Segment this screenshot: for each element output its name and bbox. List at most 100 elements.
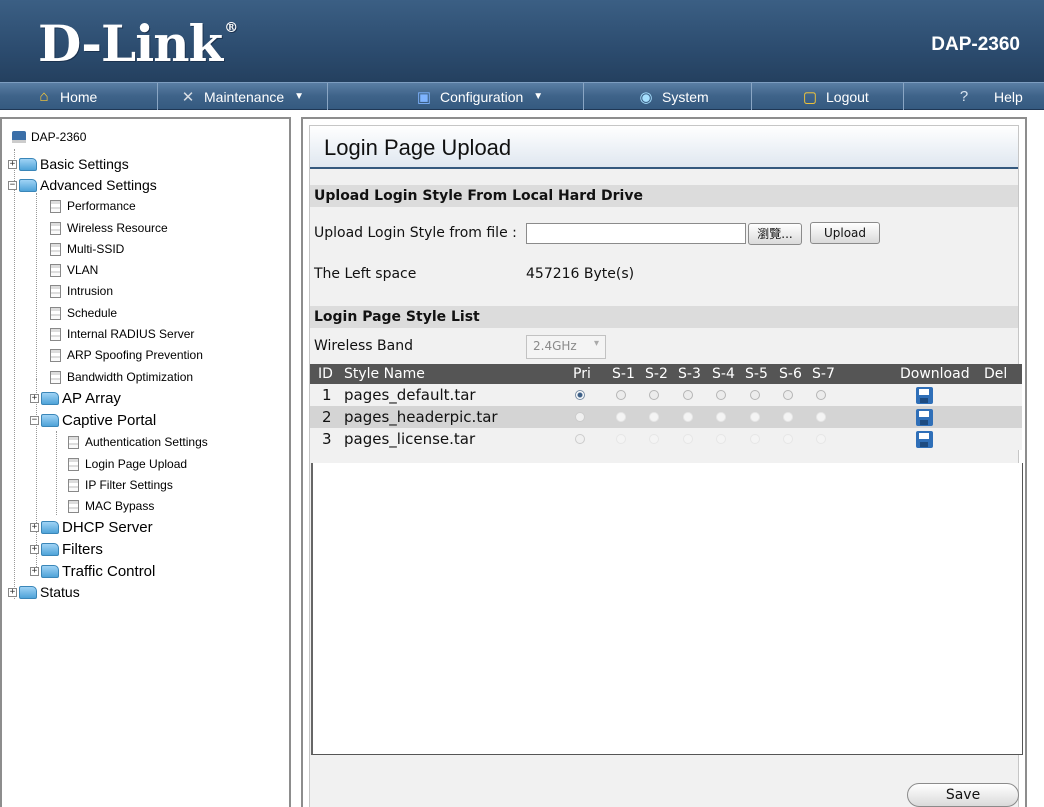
page-icon <box>50 242 61 256</box>
s1-radio[interactable] <box>616 428 626 450</box>
sidebar-item-ip-filter-settings[interactable]: IP Filter Settings <box>68 475 173 495</box>
nav-configuration[interactable]: ▣ Configuration ▼ <box>328 83 584 110</box>
s7-radio[interactable] <box>816 406 826 428</box>
s3-radio[interactable] <box>683 428 693 450</box>
sidebar-item-arp-spoofing[interactable]: ARP Spoofing Prevention <box>50 345 203 365</box>
s4-radio[interactable] <box>716 406 726 428</box>
download-icon[interactable] <box>916 406 933 428</box>
s1-radio[interactable] <box>616 384 626 406</box>
s2-radio[interactable] <box>649 406 659 428</box>
row-style-name: pages_headerpic.tar <box>344 408 498 426</box>
nav-logout[interactable]: ▢ Logout <box>752 83 904 110</box>
sidebar-item-ap-array[interactable]: + AP Array <box>30 388 121 408</box>
left-space-label: The Left space <box>314 266 417 282</box>
pri-radio[interactable] <box>575 384 585 406</box>
expand-icon[interactable]: + <box>8 587 17 597</box>
s1-radio[interactable] <box>616 406 626 428</box>
page-icon <box>68 457 79 471</box>
expand-icon[interactable]: + <box>30 544 39 554</box>
expand-icon[interactable]: + <box>30 522 39 532</box>
nav-maintenance[interactable]: ✕ Maintenance ▼ <box>158 83 328 110</box>
device-model: DAP-2360 <box>931 34 1020 55</box>
nav-home[interactable]: ⌂ Home <box>0 83 158 110</box>
expand-icon[interactable]: + <box>30 566 39 576</box>
sidebar-item-traffic-control[interactable]: + Traffic Control <box>30 561 155 581</box>
sidebar-item-schedule[interactable]: Schedule <box>50 303 117 323</box>
nav-help[interactable]: ? Help <box>904 83 1044 110</box>
home-icon: ⌂ <box>39 88 49 105</box>
wireless-band-label: Wireless Band <box>314 338 413 354</box>
sidebar-item-filters[interactable]: + Filters <box>30 539 103 559</box>
expand-icon[interactable]: + <box>30 393 39 403</box>
s4-radio[interactable] <box>716 428 726 450</box>
browse-button[interactable]: 瀏覽... <box>748 223 802 245</box>
network-device-icon <box>12 131 26 143</box>
nav-system[interactable]: ◉ System <box>584 83 752 110</box>
page-icon <box>68 499 79 513</box>
upload-file-label: Upload Login Style from file : <box>314 225 517 241</box>
expand-icon[interactable]: + <box>8 159 17 169</box>
page-icon <box>50 306 61 320</box>
folder-open-icon <box>19 178 37 192</box>
s5-radio[interactable] <box>750 406 760 428</box>
sidebar-item-authentication-settings[interactable]: Authentication Settings <box>68 432 208 452</box>
pri-radio[interactable] <box>575 406 585 428</box>
row-style-name: pages_license.tar <box>344 430 476 448</box>
col-style-name: Style Name <box>344 366 425 382</box>
section-style-list-header: Login Page Style List <box>310 306 1018 328</box>
folder-icon <box>41 564 59 578</box>
wireless-band-select[interactable]: 2.4GHz ▾ <box>526 335 606 359</box>
sidebar-item-internal-radius[interactable]: Internal RADIUS Server <box>50 324 194 344</box>
s6-radio[interactable] <box>783 406 793 428</box>
download-icon[interactable] <box>916 384 933 406</box>
folder-icon <box>41 391 59 405</box>
col-s1: S-1 <box>612 366 635 382</box>
col-pri: Pri <box>573 366 591 382</box>
sidebar-item-vlan[interactable]: VLAN <box>50 260 98 280</box>
s5-radio[interactable] <box>750 384 760 406</box>
s5-radio[interactable] <box>750 428 760 450</box>
pri-radio[interactable] <box>575 428 585 450</box>
sidebar-item-intrusion[interactable]: Intrusion <box>50 281 113 301</box>
collapse-icon[interactable]: − <box>8 180 17 190</box>
main-panel: Login Page Upload Upload Login Style Fro… <box>301 117 1027 807</box>
s3-radio[interactable] <box>683 406 693 428</box>
sidebar-item-dhcp-server[interactable]: + DHCP Server <box>30 517 153 537</box>
s7-radio[interactable] <box>816 428 826 450</box>
s6-radio[interactable] <box>783 384 793 406</box>
page-icon <box>50 263 61 277</box>
s3-radio[interactable] <box>683 384 693 406</box>
collapse-icon[interactable]: − <box>30 415 39 425</box>
upload-button[interactable]: Upload <box>810 222 880 244</box>
sidebar-item-multi-ssid[interactable]: Multi-SSID <box>50 239 124 259</box>
folder-icon <box>41 520 59 534</box>
upload-file-field[interactable] <box>526 223 746 244</box>
page-icon <box>50 327 61 341</box>
sidebar-item-wireless-resource[interactable]: Wireless Resource <box>50 218 168 238</box>
tree-root-device[interactable]: DAP-2360 <box>12 127 86 147</box>
s4-radio[interactable] <box>716 384 726 406</box>
sidebar-item-performance[interactable]: Performance <box>50 196 136 216</box>
sidebar-item-mac-bypass[interactable]: MAC Bypass <box>68 496 154 516</box>
col-id: ID <box>318 366 333 382</box>
row-style-name: pages_default.tar <box>344 386 476 404</box>
s6-radio[interactable] <box>783 428 793 450</box>
sidebar-item-bandwidth-optimization[interactable]: Bandwidth Optimization <box>50 367 193 387</box>
s7-radio[interactable] <box>816 384 826 406</box>
sidebar-item-login-page-upload[interactable]: Login Page Upload <box>68 454 187 474</box>
page-title: Login Page Upload <box>310 126 1018 169</box>
row-id: 1 <box>322 386 332 404</box>
save-button[interactable]: Save <box>907 783 1019 807</box>
table-row: 3 pages_license.tar <box>310 428 1022 450</box>
sidebar-item-status[interactable]: + Status <box>8 582 80 602</box>
folder-icon <box>19 157 37 171</box>
style-list-area <box>311 463 1023 755</box>
s2-radio[interactable] <box>649 428 659 450</box>
sidebar-item-advanced-settings[interactable]: − Advanced Settings <box>8 175 157 195</box>
sidebar-item-captive-portal[interactable]: − Captive Portal <box>30 410 156 430</box>
s2-radio[interactable] <box>649 384 659 406</box>
chevron-down-icon: ▾ <box>593 338 599 349</box>
download-icon[interactable] <box>916 428 933 450</box>
sidebar-item-basic-settings[interactable]: + Basic Settings <box>8 154 129 174</box>
col-s3: S-3 <box>678 366 701 382</box>
